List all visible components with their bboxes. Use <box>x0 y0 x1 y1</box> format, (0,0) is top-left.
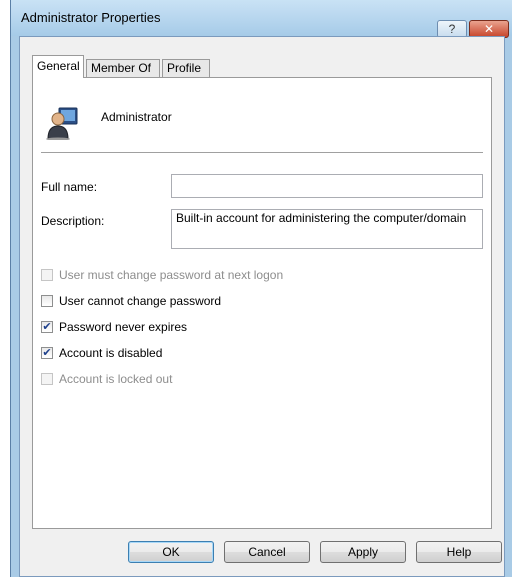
dialog-client-area: General Member Of Profile Administrator … <box>19 36 505 577</box>
user-icon <box>46 107 78 140</box>
title-bar[interactable]: Administrator Properties ? ✕ <box>11 0 512 38</box>
user-name: Administrator <box>101 110 172 124</box>
checkbox-label: User cannot change password <box>59 294 222 308</box>
checkbox-label: Password never expires <box>59 320 188 334</box>
full-name-label: Full name: <box>41 180 98 194</box>
help-button[interactable]: Help <box>416 541 502 563</box>
checkbox-label: Account is locked out <box>59 372 173 386</box>
checkmark-icon[interactable]: ✔ <box>41 321 53 333</box>
tab-profile[interactable]: Profile <box>162 59 210 77</box>
tab-general[interactable]: General <box>32 55 84 78</box>
description-field[interactable]: Built-in account for administering the c… <box>171 209 483 249</box>
checkbox-label: User must change password at next logon <box>59 268 284 282</box>
checkbox-box[interactable] <box>41 373 53 385</box>
separator <box>41 152 483 153</box>
checkbox-box[interactable] <box>41 295 53 307</box>
checkbox-box[interactable] <box>41 269 53 281</box>
full-name-field[interactable] <box>171 174 483 198</box>
ok-button[interactable]: OK <box>128 541 214 563</box>
window-title: Administrator Properties <box>21 10 161 25</box>
apply-button[interactable]: Apply <box>320 541 406 563</box>
checkmark-icon[interactable]: ✔ <box>41 347 53 359</box>
checkbox-label: Account is disabled <box>59 346 163 360</box>
dialog-window: Administrator Properties ? ✕ General Mem… <box>10 0 512 577</box>
cancel-button[interactable]: Cancel <box>224 541 310 563</box>
general-tab-panel: Administrator Full name: Description: Bu… <box>32 77 492 529</box>
description-label: Description: <box>41 214 105 228</box>
tab-member-of[interactable]: Member Of <box>86 59 160 77</box>
